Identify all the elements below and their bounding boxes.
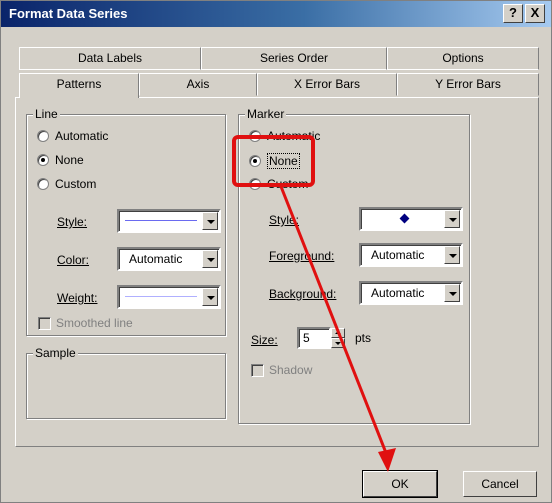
size-input[interactable]: 5 (297, 327, 331, 349)
line-group: Line Automatic None Custom Style: Color:… (26, 107, 226, 336)
tab-y-error-bars[interactable]: Y Error Bars (397, 73, 539, 96)
shadow-checkbox[interactable]: Shadow (251, 363, 312, 377)
line-style-select[interactable] (117, 209, 221, 233)
checkbox-box (251, 363, 264, 377)
checkbox-label: Shadow (269, 363, 313, 377)
marker-style-select[interactable] (359, 207, 463, 231)
line-radio-custom[interactable]: Custom (37, 177, 96, 191)
spin-up-icon[interactable] (331, 328, 345, 338)
chevron-down-icon[interactable] (202, 288, 218, 306)
tab-series-order[interactable]: Series Order (201, 47, 387, 70)
radio-label: None (55, 153, 84, 167)
radio-dot (37, 154, 49, 166)
line-color-value: Automatic (129, 252, 183, 266)
close-button[interactable]: X (525, 4, 545, 23)
size-spinner[interactable] (331, 328, 345, 348)
line-group-label: Line (33, 107, 60, 121)
line-style-label: Style: (57, 215, 88, 229)
size-unit-label: pts (355, 331, 372, 345)
size-label: Size: (251, 333, 278, 347)
smoothed-line-checkbox[interactable]: Smoothed line (38, 316, 133, 330)
spin-down-icon[interactable] (331, 338, 345, 348)
dialog-title: Format Data Series (9, 6, 128, 21)
checkbox-label: Smoothed line (56, 316, 133, 330)
chevron-down-icon[interactable] (202, 250, 218, 268)
marker-group-label: Marker (245, 107, 287, 121)
chevron-down-icon[interactable] (444, 246, 460, 264)
line-weight-select[interactable] (117, 285, 221, 309)
tab-data-labels[interactable]: Data Labels (19, 47, 201, 70)
background-label: Background: (269, 287, 337, 301)
sample-group: Sample (26, 346, 226, 419)
tab-patterns[interactable]: Patterns (19, 73, 139, 98)
tab-axis[interactable]: Axis (139, 73, 257, 96)
diamond-marker-icon (399, 213, 410, 224)
tab-options[interactable]: Options (387, 47, 539, 70)
line-color-select[interactable]: Automatic (117, 247, 221, 271)
line-weight-preview (125, 296, 197, 297)
sample-group-label: Sample (33, 346, 78, 360)
background-value: Automatic (371, 286, 425, 300)
chevron-down-icon[interactable] (444, 284, 460, 302)
background-select[interactable]: Automatic (359, 281, 463, 305)
line-radio-automatic[interactable]: Automatic (37, 129, 108, 143)
ok-button[interactable]: OK (362, 470, 438, 498)
cancel-button[interactable]: Cancel (463, 471, 537, 497)
line-color-label: Color: (57, 253, 90, 267)
marker-style-label: Style: (269, 213, 300, 227)
radio-label: Automatic (55, 129, 109, 143)
format-data-series-dialog: Format Data Series ? X Data Labels Serie… (0, 0, 552, 503)
foreground-select[interactable]: Automatic (359, 243, 463, 267)
radio-dot (37, 130, 49, 142)
chevron-down-icon[interactable] (202, 212, 218, 230)
line-style-preview (125, 220, 197, 221)
title-bar: Format Data Series ? X (1, 1, 551, 27)
foreground-label: Foreground: (269, 249, 335, 263)
foreground-value: Automatic (371, 248, 425, 262)
help-button[interactable]: ? (503, 4, 523, 23)
radio-dot (37, 178, 49, 190)
line-radio-none[interactable]: None (37, 153, 84, 167)
checkbox-box (38, 316, 51, 330)
tab-x-error-bars[interactable]: X Error Bars (257, 73, 397, 96)
highlight-box (232, 135, 315, 187)
radio-label: Custom (55, 177, 97, 191)
line-weight-label: Weight: (57, 291, 98, 305)
chevron-down-icon[interactable] (444, 210, 460, 228)
